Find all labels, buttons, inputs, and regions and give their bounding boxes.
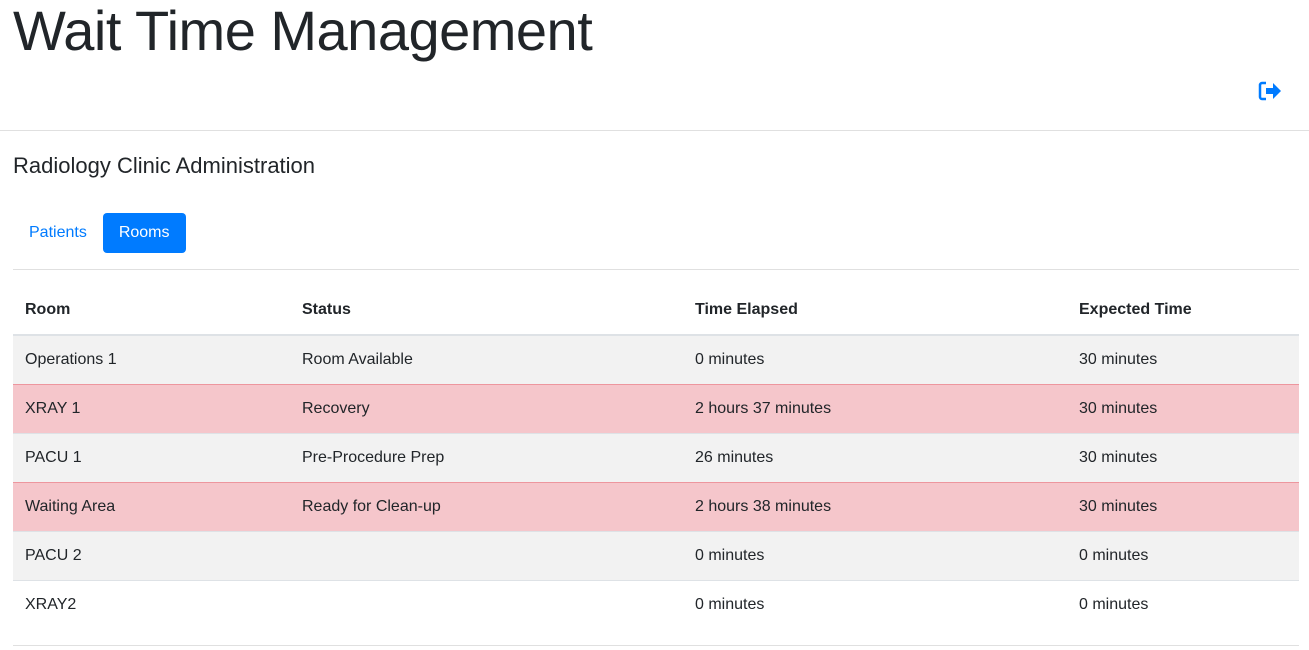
cell-room: XRAY2 bbox=[13, 580, 290, 629]
cell-expected: 30 minutes bbox=[1067, 384, 1299, 434]
cell-elapsed: 26 minutes bbox=[683, 433, 1067, 483]
cell-expected: 30 minutes bbox=[1067, 433, 1299, 483]
divider bbox=[0, 130, 1309, 131]
cell-expected: 0 minutes bbox=[1067, 531, 1299, 581]
cell-room: XRAY 1 bbox=[13, 384, 290, 434]
column-header: Time Elapsed bbox=[683, 286, 1067, 336]
column-header: Status bbox=[290, 286, 683, 336]
cell-room: PACU 1 bbox=[13, 433, 290, 483]
table-row: PACU 1 Pre-Procedure Prep 26 minutes 30 min… bbox=[13, 433, 1299, 483]
table-row: XRAY 1 Recovery 2 hours 37 minutes 30 minut… bbox=[13, 384, 1299, 434]
page-title: Wait Time Management bbox=[13, 0, 593, 62]
rooms-table: Room Status Time Elapsed Expected Time Oper… bbox=[13, 286, 1299, 629]
logout-button[interactable] bbox=[1258, 80, 1282, 102]
cell-status: Pre-Procedure Prep bbox=[290, 433, 683, 483]
table-row: Operations 1 Room Available 0 minutes 30 mi… bbox=[13, 334, 1299, 385]
cell-expected: 0 minutes bbox=[1067, 580, 1299, 629]
tabs: Patients Rooms bbox=[13, 213, 186, 253]
cell-elapsed: 0 minutes bbox=[683, 580, 1067, 629]
cell-room: PACU 2 bbox=[13, 531, 290, 581]
divider bbox=[13, 645, 1299, 646]
column-header: Expected Time bbox=[1067, 286, 1299, 336]
table-row: XRAY2 0 minutes 0 minutes bbox=[13, 580, 1299, 629]
divider bbox=[13, 269, 1299, 270]
cell-elapsed: 2 hours 37 minutes bbox=[683, 384, 1067, 434]
tab-patients[interactable]: Patients bbox=[13, 213, 103, 253]
cell-status bbox=[290, 580, 683, 629]
cell-elapsed: 0 minutes bbox=[683, 531, 1067, 581]
sign-out-icon bbox=[1258, 81, 1281, 101]
column-header: Room bbox=[13, 286, 290, 336]
cell-status bbox=[290, 531, 683, 581]
cell-expected: 30 minutes bbox=[1067, 482, 1299, 532]
table-row: PACU 2 0 minutes 0 minutes bbox=[13, 531, 1299, 581]
cell-room: Waiting Area bbox=[13, 482, 290, 532]
cell-room: Operations 1 bbox=[13, 334, 290, 385]
cell-status: Ready for Clean-up bbox=[290, 482, 683, 532]
table-row: Waiting Area Ready for Clean-up 2 hours 38… bbox=[13, 482, 1299, 532]
cell-elapsed: 2 hours 38 minutes bbox=[683, 482, 1067, 532]
cell-expected: 30 minutes bbox=[1067, 334, 1299, 385]
section-title: Radiology Clinic Administration bbox=[13, 153, 316, 178]
tab-rooms[interactable]: Rooms bbox=[102, 213, 186, 253]
cell-status: Room Available bbox=[290, 334, 683, 385]
cell-status: Recovery bbox=[290, 384, 683, 434]
cell-elapsed: 0 minutes bbox=[683, 334, 1067, 385]
